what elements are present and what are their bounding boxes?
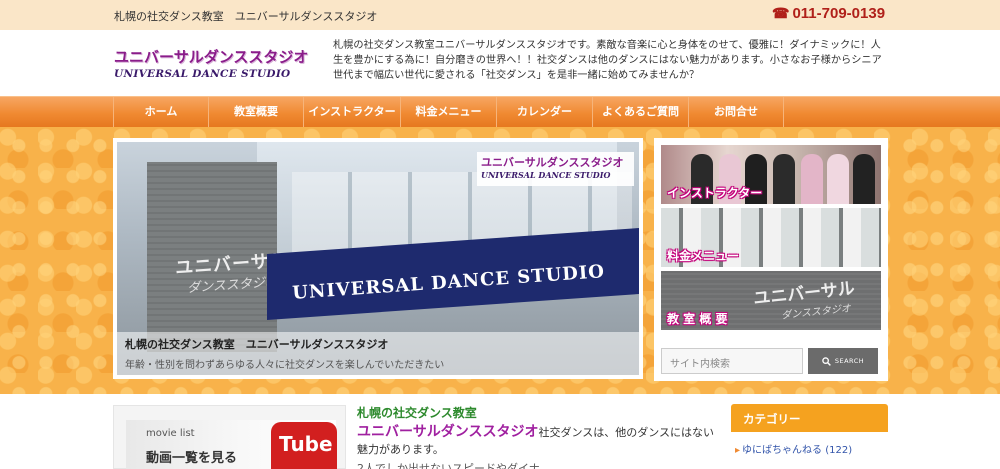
category-item-label: ゆにばちゃんねる (122) (742, 445, 853, 456)
banner-about[interactable]: ユニバーサル ダンススタジオ 教 室 概 要 (661, 271, 881, 330)
banner-about-label: 教 室 概 要 (667, 312, 728, 326)
banner-price[interactable]: 料金メニュー (661, 208, 881, 267)
site-tagline: 札幌の社交ダンス教室 ユニバーサルダンススタジオ (114, 10, 378, 23)
nav-item-home[interactable]: ホーム (113, 97, 208, 127)
instructor-figure (853, 154, 875, 204)
search-input[interactable]: サイト内検索 (661, 348, 803, 374)
main-nav: ホーム 教室概要 インストラクター 料金メニュー カレンダー よくあるご質問 お… (0, 96, 1000, 127)
phone-icon: ☎ (772, 5, 790, 21)
studio-building-photo: ユニバーサル ダンススタジオ UNIVERSAL DANCE STUDIO ユニ… (117, 142, 639, 375)
banner-instructor[interactable]: インストラクター (661, 145, 881, 204)
top-bar: 札幌の社交ダンス教室 ユニバーサルダンススタジオ ☎ 011-709-0139 (0, 0, 1000, 30)
article-heading: 札幌の社交ダンス教室 (357, 406, 477, 420)
category-item[interactable]: ▸ ゆにばちゃんねる (122) (731, 441, 888, 456)
movie-list-banner[interactable]: movie list 動画一覧を見る Tube (113, 405, 346, 469)
search-button[interactable]: SEARCH (808, 348, 878, 374)
intro-article: 札幌の社交ダンス教室 ユニバーサルダンススタジオ社交ダンスは、他のダンスにはない… (357, 404, 722, 469)
logo-english: UNIVERSAL DANCE STUDIO (114, 68, 291, 80)
movie-list-label: 動画一覧を見る (146, 451, 238, 466)
site-search: サイト内検索 SEARCH (654, 344, 888, 380)
site-intro: 札幌の社交ダンス教室ユニバーサルダンススタジオです。素敵な音楽に心と身体をのせて… (333, 40, 882, 81)
nav-item-faq[interactable]: よくあるご質問 (592, 97, 688, 127)
article-text-c: 2人でしか出せないスピードやダイナ (357, 462, 540, 469)
article-line-1: ユニバーサルダンススタジオ社交ダンスは、他のダンスにはない (357, 424, 722, 441)
search-button-label: SEARCH (834, 357, 865, 365)
nav-item-calendar[interactable]: カレンダー (496, 97, 592, 127)
banner-price-label: 料金メニュー (667, 249, 740, 263)
nav-item-about[interactable]: 教室概要 (208, 97, 303, 127)
hero-logo-overlay: ユニバーサルダンススタジオ UNIVERSAL DANCE STUDIO (477, 152, 634, 186)
nav-item-instructor[interactable]: インストラクター (303, 97, 400, 127)
banner-instructor-label: インストラクター (667, 186, 763, 200)
hero-caption-subtitle: 年齢・性別を問わずあらゆる人々に社交ダンスを楽しんでいただきたい (125, 360, 445, 371)
hero-slider[interactable]: ユニバーサル ダンススタジオ UNIVERSAL DANCE STUDIO ユニ… (113, 138, 643, 379)
youtube-logo: Tube (271, 422, 337, 469)
instructor-figure (827, 154, 849, 204)
hero-logo-japanese: ユニバーサルダンススタジオ (481, 156, 624, 169)
hero-caption-title: 札幌の社交ダンス教室 ユニバーサルダンススタジオ (125, 338, 389, 351)
instructor-figure (801, 154, 823, 204)
phone-number[interactable]: ☎ 011-709-0139 (772, 5, 885, 22)
site-logo[interactable]: ユニバーサルダンススタジオ UNIVERSAL DANCE STUDIO (114, 46, 309, 80)
category-widget: カテゴリー ▸ ゆにばちゃんねる (122) (731, 404, 888, 456)
hero-logo-english: UNIVERSAL DANCE STUDIO (481, 170, 611, 180)
article-text-b: 魅力があります。 (357, 443, 444, 456)
hero-caption: 札幌の社交ダンス教室 ユニバーサルダンススタジオ 年齢・性別を問わずあらゆる人々… (117, 332, 639, 375)
search-icon (822, 356, 831, 366)
movie-list-image: movie list 動画一覧を見る Tube (126, 420, 337, 469)
logo-japanese: ユニバーサルダンススタジオ (114, 48, 309, 66)
article-text-a: 社交ダンスは、他のダンスにはない (538, 426, 715, 439)
nav-item-contact[interactable]: お問合せ (688, 97, 784, 127)
instructor-figure (773, 154, 795, 204)
site-header: ユニバーサルダンススタジオ UNIVERSAL DANCE STUDIO 札幌の… (0, 30, 1000, 96)
nav-item-price[interactable]: 料金メニュー (400, 97, 496, 127)
movie-list-small-label: movie list (146, 428, 195, 439)
phone-number-text: 011-709-0139 (792, 5, 886, 22)
chevron-right-icon: ▸ (735, 445, 741, 456)
category-heading: カテゴリー (731, 404, 888, 432)
article-studio-name: ユニバーサルダンススタジオ (357, 424, 539, 440)
